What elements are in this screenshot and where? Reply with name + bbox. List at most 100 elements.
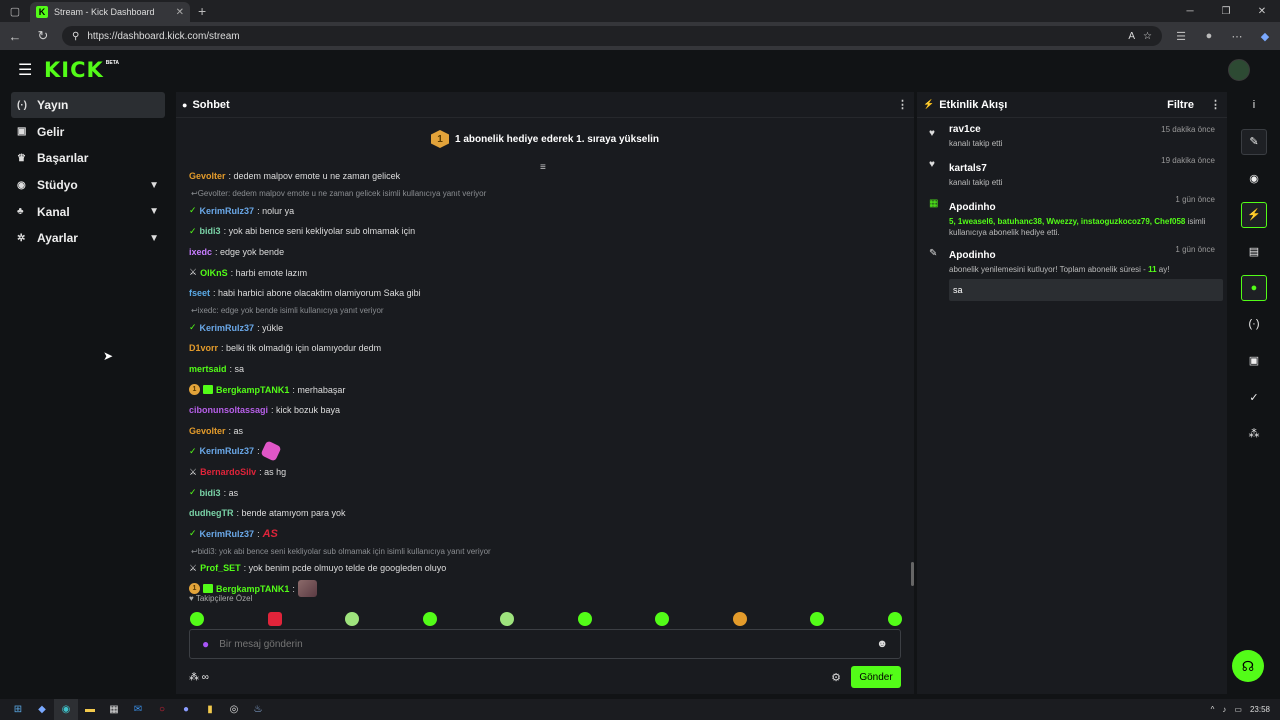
chat-message[interactable]: ✓ bidi3: yok abi bence seni kekliyolar su…: [189, 221, 906, 242]
emote-icon[interactable]: [810, 612, 825, 626]
network-icon[interactable]: ▭: [1234, 705, 1242, 714]
chat-username[interactable]: KerimRulz37: [200, 446, 255, 456]
sidebar-item-1[interactable]: ▣ Gelir: [11, 119, 165, 145]
reload-icon[interactable]: ↻: [34, 28, 52, 44]
app-icon[interactable]: ▮: [198, 699, 222, 720]
emote-icon[interactable]: [422, 612, 437, 626]
favorite-star-icon[interactable]: ☆: [1143, 31, 1152, 42]
chat-message[interactable]: Gevolter: dedem malpov emote u ne zaman …: [189, 166, 906, 187]
chat-message[interactable]: 1 BergkampTANK1:: [189, 579, 906, 600]
copilot-app-icon[interactable]: ◆: [30, 699, 54, 720]
chat-username[interactable]: Gevolter: [189, 426, 226, 436]
user-avatar[interactable]: [1228, 59, 1250, 81]
tray-chevron-icon[interactable]: ^: [1211, 705, 1215, 714]
collections-icon[interactable]: ☰: [1172, 30, 1190, 43]
chat-username[interactable]: dudhegTR: [189, 508, 234, 518]
emote-icon[interactable]: [577, 612, 592, 626]
obs-icon[interactable]: ◎: [222, 699, 246, 720]
edge-browser-icon[interactable]: ◉: [54, 699, 78, 720]
chat-settings-gear-icon[interactable]: ⚙: [831, 671, 841, 684]
chat-message[interactable]: fseet: habi harbici abone olacaktim olam…: [189, 283, 906, 304]
emote-icon[interactable]: [655, 612, 670, 626]
sidebar-item-5[interactable]: ✲ Ayarlar ▼: [11, 225, 165, 251]
maximize-icon[interactable]: ❐: [1208, 0, 1244, 22]
window-menu-icon[interactable]: ▢: [0, 0, 30, 22]
chevron-down-icon[interactable]: ▼: [149, 180, 159, 191]
users-icon[interactable]: ⁂: [1241, 421, 1267, 447]
chat-message[interactable]: ✓ KerimRulz37: nolur ya: [189, 201, 906, 222]
chat-username[interactable]: BernardoSilv: [200, 467, 256, 477]
chat-message-input[interactable]: [219, 638, 867, 650]
chat-message[interactable]: ✓ KerimRulz37: AS: [189, 524, 906, 545]
back-icon[interactable]: ←: [6, 29, 24, 44]
chat-message[interactable]: dudhegTR: bende atamıyom para yok: [189, 503, 906, 524]
close-window-icon[interactable]: ✕: [1244, 0, 1280, 22]
emote-icon[interactable]: [887, 612, 902, 626]
chat-username[interactable]: mertsaid: [189, 364, 227, 374]
chat-scrollbar[interactable]: [911, 562, 914, 586]
chat-username[interactable]: ixedc: [189, 247, 212, 257]
more-icon[interactable]: ⋯: [1228, 30, 1246, 43]
chat-message[interactable]: ixedc: edge yok bende: [189, 242, 906, 263]
sidebar-item-3[interactable]: ◉ Stüdyo ▼: [11, 172, 165, 198]
chat-message[interactable]: Gevolter: as: [189, 421, 906, 442]
pinned-gift-banner[interactable]: 1 1 abonelik hediye ederek 1. sıraya yük…: [176, 118, 914, 160]
chat-input-box[interactable]: ● ☻: [189, 629, 901, 659]
minimize-icon[interactable]: ─: [1172, 0, 1208, 22]
edit-icon[interactable]: ✎: [1241, 128, 1267, 155]
file-explorer-icon[interactable]: ▬: [78, 699, 102, 720]
steam-icon[interactable]: ♨: [246, 699, 270, 720]
chat-username[interactable]: KerimRulz37: [200, 323, 255, 333]
activity-item[interactable]: ✎ Apodinho 1 gün önce abonelik yenilemesini…: [917, 238, 1227, 301]
chat-username[interactable]: bidi3: [200, 488, 221, 498]
read-aloud-icon[interactable]: A: [1128, 31, 1135, 42]
chat-message[interactable]: mertsaid: sa: [189, 359, 906, 380]
chat-message-list[interactable]: Gevolter: dedem malpov emote u ne zaman …: [176, 166, 906, 606]
send-button[interactable]: Gönder: [851, 666, 901, 688]
activity-item[interactable]: ▦ Apodinho 1 gün önce 5, 1weasel6, batuhanc…: [917, 188, 1227, 238]
emote-icon[interactable]: [267, 612, 282, 626]
url-field[interactable]: ⚲ https://dashboard.kick.com/stream A ☆: [62, 26, 1162, 46]
chat-username[interactable]: BergkampTANK1: [216, 385, 289, 395]
help-support-button[interactable]: ☊: [1232, 650, 1264, 682]
microphone-icon[interactable]: ●: [202, 637, 209, 651]
chat-message[interactable]: D1vorr: belki tik olmadığı için olamıyod…: [189, 338, 906, 359]
layout-icon[interactable]: ▣: [1241, 348, 1267, 374]
chat-message[interactable]: ✓ bidi3: as: [189, 482, 906, 503]
activity-item[interactable]: ♥ rav1ce 15 dakika önce kanalı takip etti: [917, 118, 1227, 149]
info-icon[interactable]: i: [1241, 92, 1267, 118]
chat-message[interactable]: ⚔ OlKnS: harbi emote lazım: [189, 262, 906, 283]
emote-icon[interactable]: [500, 612, 515, 626]
volume-icon[interactable]: ♪: [1222, 705, 1226, 714]
store-icon[interactable]: ▦: [102, 699, 126, 720]
copilot-icon[interactable]: ◆: [1256, 30, 1274, 43]
chat-username[interactable]: Gevolter: [189, 171, 226, 181]
chat-username[interactable]: BergkampTANK1: [216, 584, 289, 594]
site-info-icon[interactable]: ⚲: [72, 31, 79, 42]
chat-message[interactable]: ⚔ BernardoSilv: as hg: [189, 462, 906, 483]
emote-icon[interactable]: [190, 612, 204, 626]
hamburger-menu-icon[interactable]: ☰: [18, 60, 42, 80]
start-button-icon[interactable]: ⊞: [6, 699, 30, 720]
chat-users-icon[interactable]: ⁂ ∞: [189, 672, 209, 683]
opera-icon[interactable]: ○: [150, 699, 174, 720]
chevron-down-icon[interactable]: ▼: [149, 206, 159, 217]
chat-username[interactable]: KerimRulz37: [200, 529, 255, 539]
chat-message[interactable]: ✓ KerimRulz37: yükle: [189, 318, 906, 339]
kick-logo[interactable]: KICK: [44, 58, 104, 82]
activity-item[interactable]: ♥ kartals7 19 dakika önce kanalı takip etti: [917, 149, 1227, 188]
lightning-icon[interactable]: ⚡: [1241, 201, 1267, 228]
chat-message[interactable]: 1 BergkampTANK1: merhabaşar: [189, 379, 906, 400]
sidebar-item-4[interactable]: ♣ Kanal ▼: [11, 199, 165, 225]
chat-username[interactable]: bidi3: [200, 226, 221, 236]
discord-icon[interactable]: ●: [174, 699, 198, 720]
camera-icon[interactable]: ◉: [1241, 165, 1267, 191]
chat-message[interactable]: ✓ KerimRulz37:: [189, 440, 906, 463]
emote-icon[interactable]: [297, 580, 317, 598]
outlook-icon[interactable]: ✉: [126, 699, 150, 720]
chat-icon[interactable]: ●: [1241, 274, 1267, 301]
chat-message[interactable]: ⚔ Prof_SET: yok benim pcde olmuyo telde d…: [189, 558, 906, 579]
as-emote[interactable]: AS: [263, 528, 278, 540]
broadcast-icon[interactable]: (·): [1241, 311, 1267, 337]
wrench-icon[interactable]: ✓: [1241, 384, 1267, 410]
